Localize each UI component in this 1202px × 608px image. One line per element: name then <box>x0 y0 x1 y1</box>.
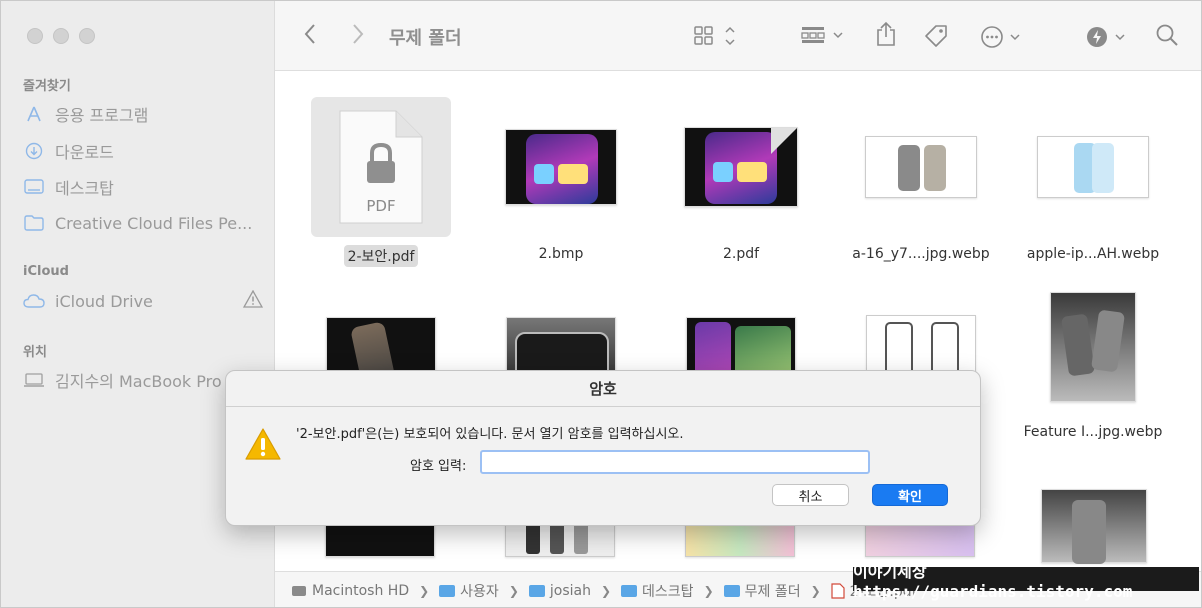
downloads-icon <box>23 140 45 162</box>
folder-icon <box>621 584 638 597</box>
sidebar-item-label: 응용 프로그램 <box>55 106 149 125</box>
window-controls <box>27 28 95 44</box>
group-button[interactable] <box>800 25 848 47</box>
cancel-button[interactable]: 취소 <box>772 484 849 506</box>
favorites-header: 즐겨찾기 <box>23 79 71 94</box>
chevron-right-icon: ❯ <box>703 583 714 598</box>
action-icon <box>1087 27 1125 47</box>
chevron-right-icon <box>353 24 364 44</box>
path-crumb[interactable]: Macintosh HD <box>291 583 409 599</box>
desktop-icon <box>23 176 45 198</box>
file-name: apple-ip...AH.webp <box>1026 246 1160 262</box>
tag-icon <box>925 25 947 47</box>
chevron-right-icon: ❯ <box>419 583 430 598</box>
minimize-button[interactable] <box>53 28 69 44</box>
hard-drive-icon <box>292 585 306 596</box>
quick-action-button[interactable] <box>1085 25 1131 49</box>
file-item[interactable]: apple-ip...AH.webp <box>1013 97 1173 263</box>
file-item[interactable]: PDF 2-보안.pdf <box>301 97 461 267</box>
image-thumbnail[interactable] <box>1041 489 1147 564</box>
view-mode-button[interactable] <box>693 25 741 47</box>
sidebar-item-label: iCloud Drive <box>55 291 153 311</box>
laptop-icon <box>23 369 45 391</box>
folder-icon <box>723 584 740 597</box>
more-actions-button[interactable] <box>980 25 1026 49</box>
path-crumb[interactable]: 사용자 <box>439 581 499 601</box>
pdf-file-icon <box>831 582 845 599</box>
watermark: 이야기세상 https://guardians.tistory.com <box>853 562 1199 601</box>
finder-window: 즐겨찾기 응용 프로그램 다운로드 데스크탑 Creative Cloud Fi… <box>0 0 1202 608</box>
ok-button[interactable]: 확인 <box>872 484 948 506</box>
window-title: 무제 폴더 <box>389 28 462 49</box>
password-input[interactable] <box>480 450 870 474</box>
pdf-thumbnail <box>684 127 798 207</box>
forward-button[interactable] <box>351 23 365 45</box>
chevron-right-icon: ❯ <box>600 583 612 598</box>
file-item[interactable]: Feature I...jpg.webp <box>1013 285 1173 441</box>
sidebar-item-downloads[interactable]: 다운로드 <box>23 139 263 163</box>
sidebar-item-label: Creative Cloud Files Pe... <box>55 213 253 233</box>
sidebar-item-label: 데스크탑 <box>55 179 114 198</box>
applications-icon <box>23 103 45 125</box>
chevron-right-icon: ❯ <box>508 583 519 598</box>
folder-icon <box>23 212 45 234</box>
path-crumb[interactable]: 데스크탑 <box>621 581 694 601</box>
sidebar-item-applications[interactable]: 응용 프로그램 <box>23 102 263 126</box>
sidebar-item-icloud-drive[interactable]: iCloud Drive <box>23 289 264 312</box>
sidebar-item-label: 김지수의 MacBook Pro <box>55 372 222 391</box>
share-icon <box>877 21 895 46</box>
chevron-left-icon <box>304 24 315 44</box>
back-button[interactable] <box>303 23 317 45</box>
sidebar-item-desktop[interactable]: 데스크탑 <box>23 175 263 199</box>
image-thumbnail <box>505 129 617 205</box>
pdf-label: PDF <box>366 197 396 215</box>
folder-icon <box>528 584 545 597</box>
dialog-message: '2-보안.pdf'은(는) 보호되어 있습니다. 문서 열기 암호를 입력하십… <box>296 427 684 442</box>
icloud-header: iCloud <box>23 264 69 279</box>
toolbar: 무제 폴더 <box>275 1 1201 71</box>
path-crumb[interactable]: 무제 폴더 <box>723 581 801 601</box>
image-thumbnail <box>1050 292 1136 402</box>
group-icon <box>801 27 843 43</box>
file-name: Feature I...jpg.webp <box>1023 424 1163 440</box>
image-thumbnail <box>865 136 977 198</box>
zoom-button[interactable] <box>79 28 95 44</box>
tag-button[interactable] <box>923 23 949 49</box>
search-icon <box>1156 24 1178 46</box>
sidebar-item-creative-cloud[interactable]: Creative Cloud Files Pe... <box>23 212 263 234</box>
file-name: 2.bmp <box>538 246 584 262</box>
file-name: 2.pdf <box>722 246 760 262</box>
close-button[interactable] <box>27 28 43 44</box>
file-item[interactable]: 2.bmp <box>481 97 641 263</box>
warning-icon <box>244 427 282 465</box>
locations-header: 위치 <box>23 345 47 360</box>
warning-icon[interactable] <box>242 289 264 312</box>
dialog-title: 암호 <box>226 371 980 407</box>
share-button[interactable] <box>875 21 897 47</box>
password-label: 암호 입력: <box>410 459 467 474</box>
path-crumb[interactable]: josiah <box>528 583 591 599</box>
file-name: 2-보안.pdf <box>343 245 419 267</box>
grid-view-icon <box>694 26 735 46</box>
folder-icon <box>439 584 456 597</box>
cloud-icon <box>23 290 45 312</box>
file-item[interactable]: a-16_y7....jpg.webp <box>841 97 1001 263</box>
ellipsis-circle-icon <box>981 26 1020 48</box>
chevron-right-icon: ❯ <box>810 583 821 598</box>
image-thumbnail <box>1037 136 1149 198</box>
search-button[interactable] <box>1155 23 1179 47</box>
sidebar-item-label: 다운로드 <box>55 143 114 162</box>
file-item[interactable]: 2.pdf <box>661 97 821 263</box>
file-name: a-16_y7....jpg.webp <box>852 246 990 262</box>
password-dialog: 암호 '2-보안.pdf'은(는) 보호되어 있습니다. 문서 열기 암호를 입… <box>225 370 981 526</box>
